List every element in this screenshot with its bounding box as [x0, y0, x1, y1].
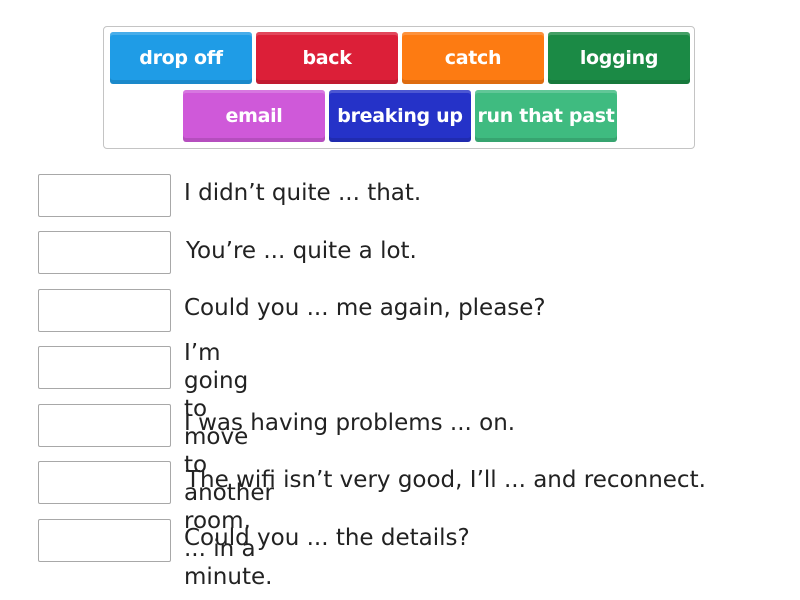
question-text: You’re ... quite a lot.	[186, 238, 417, 264]
tile-label: email	[225, 105, 283, 127]
word-bank: drop off back catch logging email breaki…	[103, 26, 695, 149]
answer-drop-zone[interactable]	[38, 404, 171, 447]
answer-drop-zone[interactable]	[38, 289, 171, 332]
tile-breaking-up[interactable]: breaking up	[329, 90, 471, 142]
tile-run-that-past[interactable]: run that past	[475, 90, 617, 142]
question-text: The wifi isn’t very good, I’ll ... and r…	[186, 467, 706, 493]
answer-drop-zone[interactable]	[38, 519, 171, 562]
question-text: Could you ... me again, please?	[184, 295, 546, 321]
question-text: I was having problems ... on.	[184, 410, 516, 436]
tile-logging[interactable]: logging	[548, 32, 690, 84]
tile-email[interactable]: email	[183, 90, 325, 142]
answer-drop-zone[interactable]	[38, 231, 171, 274]
tile-back[interactable]: back	[256, 32, 398, 84]
matching-activity: drop off back catch logging email breaki…	[0, 0, 800, 600]
tile-label: breaking up	[337, 105, 463, 127]
question-text: Could you ... the details?	[184, 525, 470, 551]
question-text: I didn’t quite ... that.	[184, 180, 422, 206]
tile-label: drop off	[139, 47, 223, 69]
question-text: I’m going to move to another room, ... i…	[184, 340, 274, 590]
answer-drop-zone[interactable]	[38, 461, 171, 504]
tile-drop-off[interactable]: drop off	[110, 32, 252, 84]
tile-label: catch	[444, 47, 502, 69]
answer-drop-zone[interactable]	[38, 174, 171, 217]
tile-label: back	[302, 47, 352, 69]
answer-drop-zone[interactable]	[38, 346, 171, 389]
tile-label: logging	[579, 47, 659, 69]
tile-catch[interactable]: catch	[402, 32, 544, 84]
tile-label: run that past	[477, 105, 615, 127]
